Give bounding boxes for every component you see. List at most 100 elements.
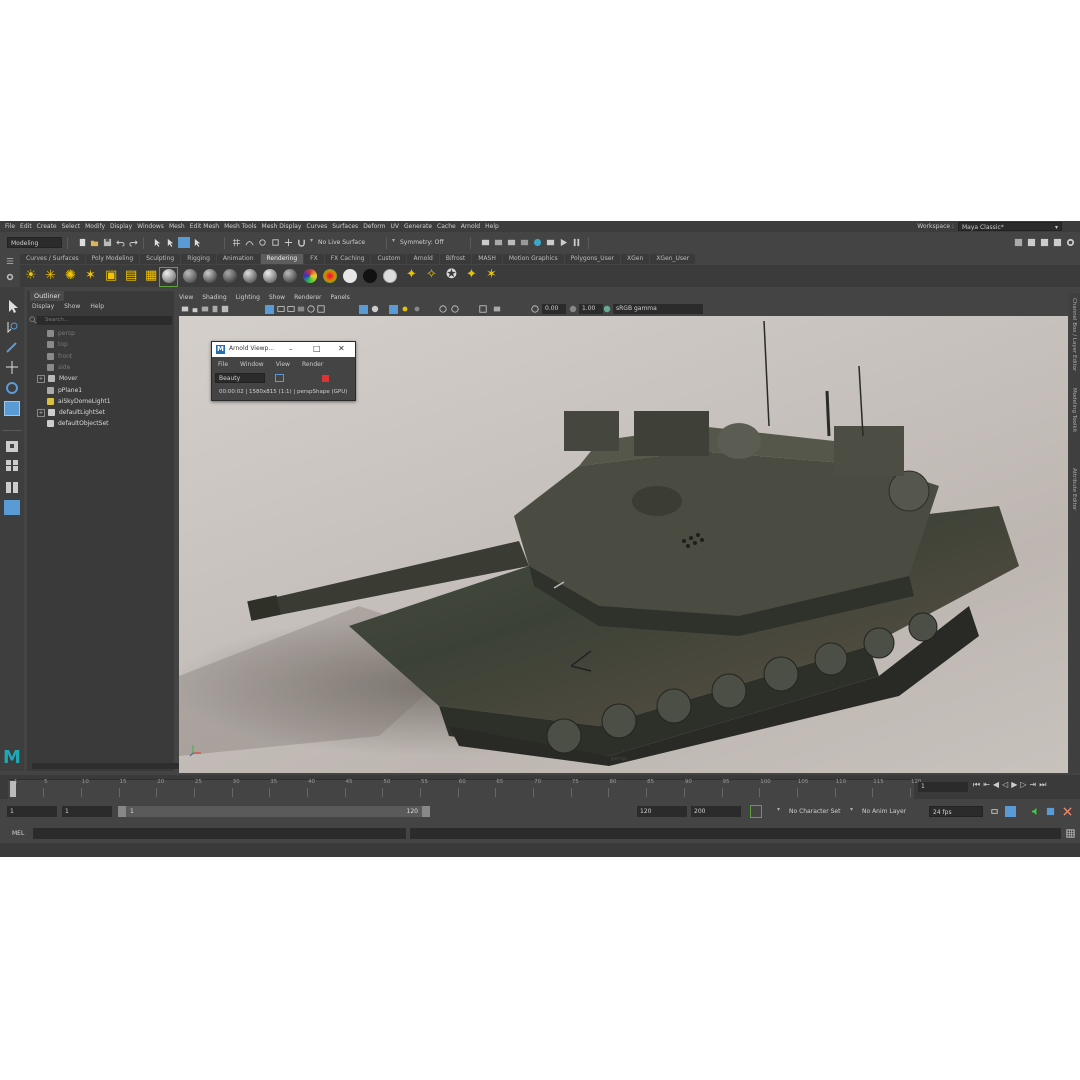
menu-item-arnold[interactable]: Arnold: [461, 223, 480, 230]
go-to-end-icon[interactable]: ⏭: [1039, 780, 1049, 790]
arnold-menu-item[interactable]: File: [218, 361, 228, 368]
color-shader-icon[interactable]: [303, 269, 317, 283]
character-set-label[interactable]: No Character Set: [789, 806, 840, 817]
bookmark-icon[interactable]: [211, 305, 219, 313]
shelf-tab[interactable]: Rigging: [181, 254, 216, 264]
render-sequence-icon[interactable]: [494, 238, 503, 247]
loop-icon[interactable]: [990, 807, 999, 816]
outliner-item[interactable]: defaultObjectSet: [47, 418, 109, 429]
menu-item-create[interactable]: Create: [37, 223, 57, 230]
xray-joints-icon[interactable]: [451, 305, 459, 313]
light-link-icon[interactable]: ▦: [145, 268, 157, 283]
outliner-item[interactable]: side: [47, 362, 70, 373]
arnold-titlebar[interactable]: M Arnold Viewp... – □ ✕: [212, 342, 355, 357]
lock-camera-icon[interactable]: [191, 305, 199, 313]
ambient-light-icon[interactable]: ☀: [25, 268, 37, 283]
exposure-icon[interactable]: [531, 305, 539, 313]
render-view-icon[interactable]: ✦: [466, 267, 477, 282]
viewport-menu-item[interactable]: Panels: [330, 293, 349, 303]
gamma-field[interactable]: 1.00: [579, 304, 603, 314]
outliner-search[interactable]: Search...: [37, 316, 172, 325]
view-transform-dropdown[interactable]: sRGB gamma: [613, 304, 703, 314]
menu-item-mesh-tools[interactable]: Mesh Tools: [224, 223, 256, 230]
select-component-icon[interactable]: [178, 237, 190, 248]
film-gate-icon[interactable]: [277, 305, 285, 313]
outliner-item[interactable]: aiSkyDomeLight1: [47, 396, 111, 407]
shelf-tab[interactable]: Rendering: [260, 254, 304, 264]
four-view-layout-icon[interactable]: [4, 458, 20, 473]
mel-label[interactable]: MEL: [12, 828, 24, 839]
maximize-icon[interactable]: □: [313, 344, 321, 353]
step-forward-key-icon[interactable]: ⇥: [1030, 780, 1040, 790]
shelf-tab[interactable]: Custom: [371, 254, 407, 264]
exposure-field[interactable]: 0.00: [542, 304, 566, 314]
select-mode-icon[interactable]: [193, 238, 202, 247]
camera-attributes-icon[interactable]: [201, 305, 209, 313]
playback-options-icon[interactable]: [1005, 806, 1016, 817]
outliner-item[interactable]: pPlane1: [47, 385, 82, 396]
layout-icon[interactable]: [1027, 238, 1036, 247]
arnold-menu-item[interactable]: Window: [240, 361, 264, 368]
ramp-shader-icon[interactable]: [323, 269, 337, 283]
dropdown-arrow-icon[interactable]: ▾: [777, 806, 780, 813]
viewport-menu-item[interactable]: View: [179, 293, 193, 303]
go-to-start-icon[interactable]: ⏮: [973, 780, 983, 790]
scene-end-field[interactable]: 200: [691, 806, 741, 817]
playback-start-field[interactable]: 1: [62, 806, 112, 817]
blinn-icon[interactable]: [162, 269, 176, 283]
stop-render-icon[interactable]: [322, 375, 329, 382]
range-slider[interactable]: 1 120: [118, 806, 430, 817]
shelf-tab[interactable]: Motion Graphics: [502, 254, 564, 264]
move-tool-icon[interactable]: [4, 360, 20, 375]
settings-icon[interactable]: [1066, 238, 1075, 247]
hud-icon[interactable]: [493, 305, 501, 313]
area-light-icon[interactable]: ▣: [105, 268, 117, 283]
current-frame-marker[interactable]: [10, 781, 16, 797]
select-object-icon[interactable]: [166, 238, 175, 247]
menu-item-display[interactable]: Display: [110, 223, 132, 230]
undo-icon[interactable]: [116, 238, 125, 247]
xray-icon[interactable]: [439, 305, 447, 313]
step-forward-icon[interactable]: ▷: [1020, 780, 1029, 790]
outliner-item[interactable]: front: [47, 351, 72, 362]
gamma-icon[interactable]: [569, 305, 577, 313]
arnold-render-icon[interactable]: [546, 238, 555, 247]
render-settings-icon[interactable]: [520, 238, 529, 247]
viewport-menu-item[interactable]: Renderer: [294, 293, 321, 303]
preferences-icon[interactable]: [1063, 807, 1072, 816]
shelf-tab[interactable]: Arnold: [407, 254, 439, 264]
play-arnold-icon[interactable]: [559, 238, 568, 247]
lasso-tool-icon[interactable]: [4, 320, 20, 335]
redo-icon[interactable]: [129, 238, 138, 247]
spot-light-icon[interactable]: ✶: [85, 268, 96, 283]
auto-key-icon[interactable]: [750, 805, 762, 818]
shelf-tab[interactable]: FX: [304, 254, 324, 264]
color-management-icon[interactable]: [603, 305, 611, 313]
workspace-select[interactable]: Maya Classic*: [958, 222, 1062, 232]
attribute-editor-tab[interactable]: Attribute Editor: [1071, 468, 1077, 510]
snap-grid-icon[interactable]: [232, 238, 241, 247]
menu-item-curves[interactable]: Curves: [306, 223, 327, 230]
sound-icon[interactable]: [1031, 807, 1040, 816]
outliner-menu-item[interactable]: Show: [64, 303, 80, 310]
use-background-icon[interactable]: [363, 269, 377, 283]
outliner-menu-item[interactable]: Display: [32, 303, 54, 310]
outliner-item[interactable]: top: [47, 339, 68, 350]
live-surface-label[interactable]: No Live Surface: [318, 237, 365, 248]
shelf-tab[interactable]: Polygons_User: [564, 254, 620, 264]
snapshot-icon[interactable]: ✶: [486, 267, 497, 282]
crop-region-icon[interactable]: [275, 374, 284, 382]
layout-icon[interactable]: [1040, 238, 1049, 247]
gear-icon[interactable]: [6, 273, 14, 281]
batch-render-icon[interactable]: ✧: [426, 267, 437, 282]
command-input[interactable]: [33, 828, 406, 839]
dropdown-arrow-icon[interactable]: ▾: [310, 237, 313, 244]
outliner-layout-icon[interactable]: [4, 500, 20, 515]
anisotropic-icon[interactable]: [243, 269, 257, 283]
field-chart-icon[interactable]: [307, 305, 315, 313]
menu-item-cache[interactable]: Cache: [437, 223, 456, 230]
render-icon[interactable]: ✦: [406, 267, 417, 282]
shelf-tab[interactable]: FX Caching: [324, 254, 371, 264]
snap-live-icon[interactable]: [284, 238, 293, 247]
surface-shader-icon[interactable]: [343, 269, 357, 283]
